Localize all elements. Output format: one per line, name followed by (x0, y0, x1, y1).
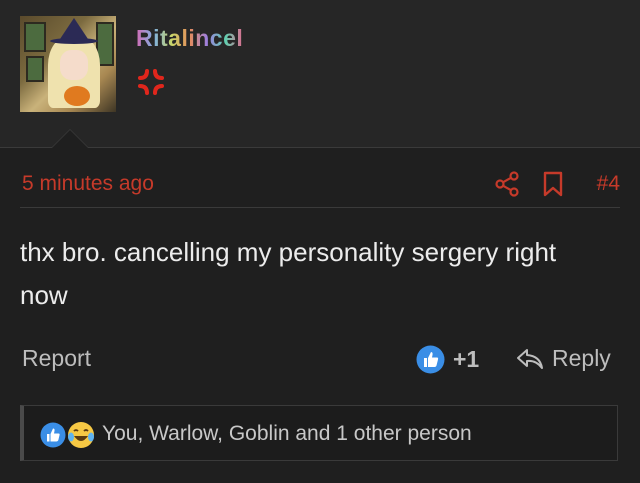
like-count: +1 (453, 346, 480, 372)
reactions-bar[interactable]: You, Warlow, Goblin and 1 other person (20, 405, 618, 461)
reply-icon[interactable] (516, 347, 544, 371)
post-timestamp[interactable]: 5 minutes ago (22, 172, 154, 196)
report-button[interactable]: Report (22, 345, 91, 372)
like-icon (40, 422, 66, 448)
header-divider (0, 147, 640, 148)
user-header: Ritalincel (0, 0, 640, 147)
laugh-cry-icon (68, 422, 94, 448)
meta-divider (20, 207, 620, 208)
like-icon[interactable] (416, 345, 445, 374)
reactions-summary[interactable]: You, Warlow, Goblin and 1 other person (102, 422, 472, 446)
anger-symbol-icon (138, 69, 164, 95)
username[interactable]: Ritalincel (136, 25, 243, 52)
post-number[interactable]: #4 (597, 172, 620, 196)
post-body: thx bro. cancelling my personality serge… (20, 237, 557, 310)
bookmark-icon[interactable] (542, 171, 564, 197)
avatar[interactable] (20, 16, 116, 112)
reply-button[interactable]: Reply (552, 345, 611, 372)
post-meta: 5 minutes ago #4 (20, 168, 620, 200)
speech-pointer (51, 129, 89, 148)
share-icon[interactable] (494, 171, 520, 197)
